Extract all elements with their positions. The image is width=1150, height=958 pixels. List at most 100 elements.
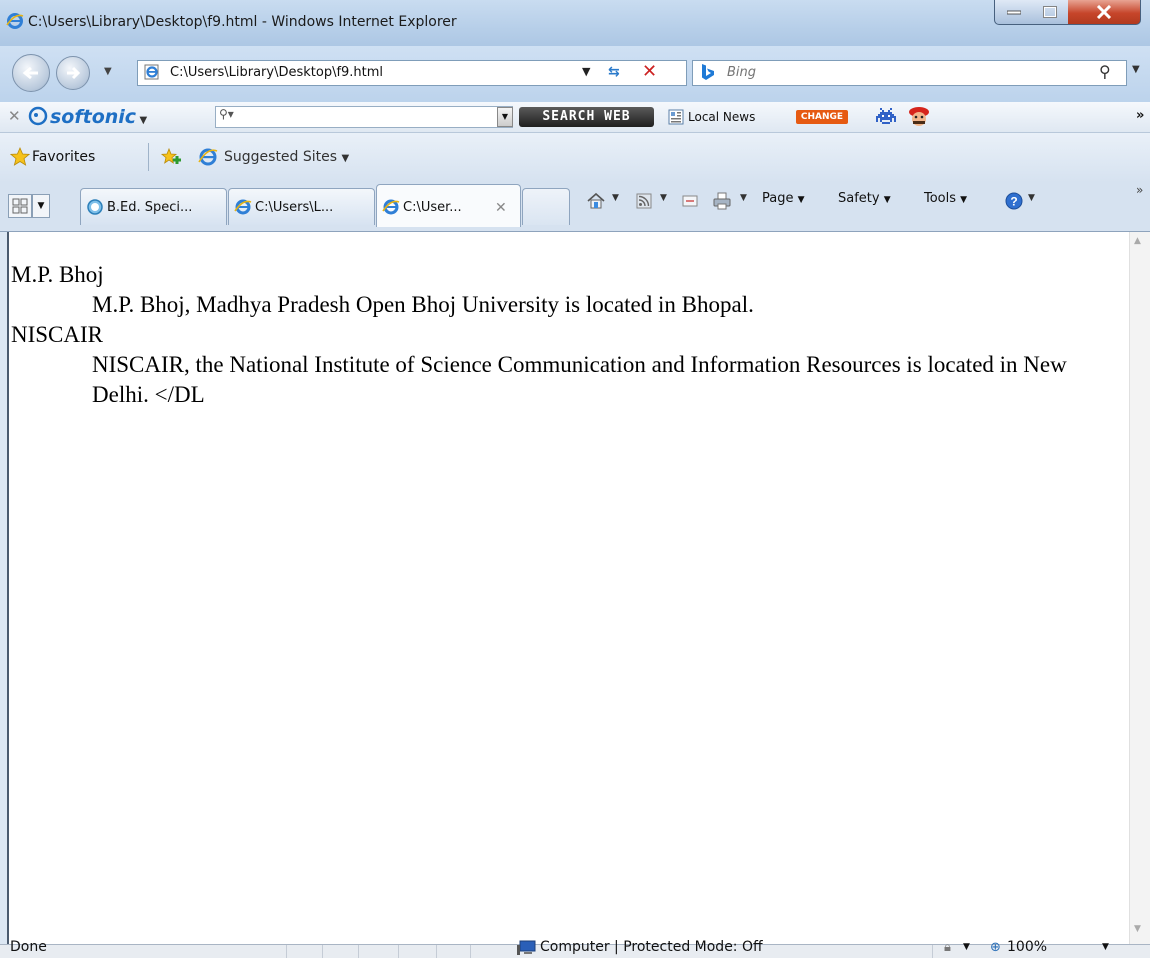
- status-divider: [398, 945, 399, 958]
- softonic-logo[interactable]: softonic ▼: [28, 106, 147, 128]
- feeds-icon[interactable]: [634, 191, 654, 211]
- toolbar-overflow-button[interactable]: »: [1136, 108, 1144, 123]
- status-text: Done: [10, 939, 47, 955]
- softonic-search-dropdown[interactable]: ▼: [497, 107, 513, 127]
- page-content: M.P. Bhoj M.P. Bhoj, Madhya Pradesh Open…: [7, 232, 1129, 944]
- maximize-button[interactable]: [1032, 0, 1069, 25]
- favorites-bar: Favorites Suggested Sites ▼: [0, 133, 1150, 183]
- space-invader-icon[interactable]: [872, 106, 900, 128]
- address-text[interactable]: C:\Users\Library\Desktop\f9.html: [170, 65, 383, 80]
- tab-label: B.Ed. Speci...: [107, 200, 193, 215]
- news-icon: [668, 109, 684, 125]
- privacy-lock-icon[interactable]: 🔒︎: [944, 940, 951, 955]
- status-divider: [286, 945, 287, 958]
- scroll-up-arrow-icon[interactable]: ▲: [1134, 236, 1141, 246]
- vertical-scrollbar[interactable]: ▲ ▼: [1129, 232, 1150, 944]
- separator: [148, 143, 149, 171]
- zoom-dropdown[interactable]: ▼: [1102, 942, 1109, 952]
- safety-menu[interactable]: Safety ▼: [838, 191, 891, 206]
- zoom-level[interactable]: 100%: [1007, 939, 1047, 955]
- title-bar: C:\Users\Library\Desktop\f9.html - Windo…: [0, 0, 1150, 46]
- svg-text:?: ?: [1010, 195, 1017, 209]
- home-icon[interactable]: [586, 191, 606, 211]
- suggested-sites-label: Suggested Sites: [224, 149, 338, 165]
- tab-bar: ▼ B.Ed. Speci... C:\Users\L... C:\User..…: [0, 183, 1150, 232]
- search-input[interactable]: [727, 65, 1027, 80]
- softonic-logo-text: softonic: [50, 106, 137, 128]
- search-icon[interactable]: ⚲: [1099, 62, 1111, 81]
- tools-menu[interactable]: Tools ▼: [924, 191, 967, 206]
- print-icon[interactable]: [712, 191, 732, 211]
- bing-icon: [702, 64, 714, 80]
- window-title: C:\Users\Library\Desktop\f9.html - Windo…: [28, 14, 457, 30]
- status-divider: [436, 945, 437, 958]
- tools-menu-label: Tools: [924, 191, 957, 206]
- add-to-favorites-icon[interactable]: [160, 147, 182, 167]
- page-icon: [144, 64, 159, 80]
- quick-tabs-button[interactable]: [8, 194, 32, 218]
- feeds-dropdown[interactable]: ▼: [660, 193, 667, 203]
- navigation-bar: ▼ C:\Users\Library\Desktop\f9.html ▼ ⇆ ✕…: [0, 46, 1150, 102]
- print-dropdown[interactable]: ▼: [740, 193, 747, 203]
- softonic-face-icon: [28, 106, 48, 126]
- privacy-dropdown[interactable]: ▼: [963, 942, 970, 952]
- stop-button[interactable]: ✕: [642, 61, 657, 82]
- close-tab-icon[interactable]: ✕: [495, 200, 507, 216]
- recent-pages-dropdown[interactable]: ▼: [104, 66, 112, 77]
- command-bar-overflow[interactable]: »: [1136, 183, 1143, 197]
- zoom-icon[interactable]: ⊕: [990, 940, 1001, 955]
- mario-game-icon[interactable]: [906, 105, 932, 129]
- minimize-button[interactable]: [994, 0, 1034, 25]
- new-tab-button[interactable]: [522, 188, 570, 225]
- scroll-down-arrow-icon[interactable]: ▼: [1134, 924, 1141, 934]
- page-menu-label: Page: [762, 191, 794, 206]
- close-icon: [1096, 5, 1112, 19]
- definition-description: NISCAIR, the National Institute of Scien…: [92, 352, 1067, 407]
- forward-arrow-icon: [67, 66, 81, 80]
- close-button[interactable]: [1068, 0, 1141, 25]
- minimize-icon: [1007, 10, 1021, 15]
- suggested-sites-button[interactable]: Suggested Sites ▼: [224, 149, 349, 165]
- tab-list-dropdown[interactable]: ▼: [32, 194, 50, 218]
- refresh-button[interactable]: ⇆: [608, 64, 620, 80]
- change-button[interactable]: CHANGE: [796, 110, 848, 124]
- forward-button[interactable]: [56, 56, 90, 90]
- favorites-button[interactable]: Favorites: [32, 149, 95, 165]
- maximize-icon: [1043, 6, 1057, 18]
- help-icon[interactable]: ?: [1004, 191, 1024, 211]
- address-bar[interactable]: C:\Users\Library\Desktop\f9.html ▼ ⇆ ✕: [137, 60, 687, 86]
- tab-label: C:\Users\L...: [255, 200, 334, 215]
- search-icon: ⚲▾: [219, 107, 234, 121]
- close-toolbar-icon[interactable]: ✕: [8, 107, 21, 125]
- computer-zone-icon: [517, 940, 536, 955]
- softonic-search-input[interactable]: [240, 108, 500, 124]
- tab-users-l[interactable]: C:\Users\L...: [228, 188, 375, 225]
- security-zone-text[interactable]: Computer | Protected Mode: Off: [540, 939, 763, 955]
- status-divider: [358, 945, 359, 958]
- back-button[interactable]: [12, 54, 50, 92]
- status-divider: [932, 945, 933, 958]
- search-box[interactable]: ⚲: [692, 60, 1127, 86]
- definition-description: M.P. Bhoj, Madhya Pradesh Open Bhoj Univ…: [92, 292, 754, 317]
- softonic-search-field[interactable]: ⚲▾: [215, 106, 513, 128]
- help-dropdown[interactable]: ▼: [1028, 193, 1035, 203]
- definition-list: M.P. Bhoj M.P. Bhoj, Madhya Pradesh Open…: [11, 260, 1091, 410]
- tab-bed-speci[interactable]: B.Ed. Speci...: [80, 188, 227, 225]
- tab-label: C:\User...: [403, 200, 462, 215]
- ie-icon: [234, 199, 252, 215]
- page-menu[interactable]: Page ▼: [762, 191, 805, 206]
- safety-menu-label: Safety: [838, 191, 880, 206]
- status-bar: Done Computer | Protected Mode: Off 🔒︎ ▼…: [0, 939, 1150, 958]
- suggested-sites-icon: [198, 148, 218, 166]
- read-mail-icon[interactable]: [680, 191, 700, 211]
- back-arrow-icon: [22, 66, 38, 80]
- local-news-button[interactable]: Local News: [688, 110, 755, 124]
- home-dropdown[interactable]: ▼: [612, 193, 619, 203]
- definition-term: M.P. Bhoj: [11, 262, 104, 287]
- search-options-dropdown[interactable]: ▼: [1132, 64, 1140, 75]
- search-web-button[interactable]: SEARCH WEB: [519, 107, 654, 127]
- ie-icon: [6, 13, 24, 29]
- softonic-toolbar: ✕ softonic ▼ ⚲▾ ▼ SEARCH WEB Local News …: [0, 102, 1150, 133]
- tab-active[interactable]: C:\User... ✕: [376, 184, 521, 227]
- address-dropdown[interactable]: ▼: [582, 65, 590, 78]
